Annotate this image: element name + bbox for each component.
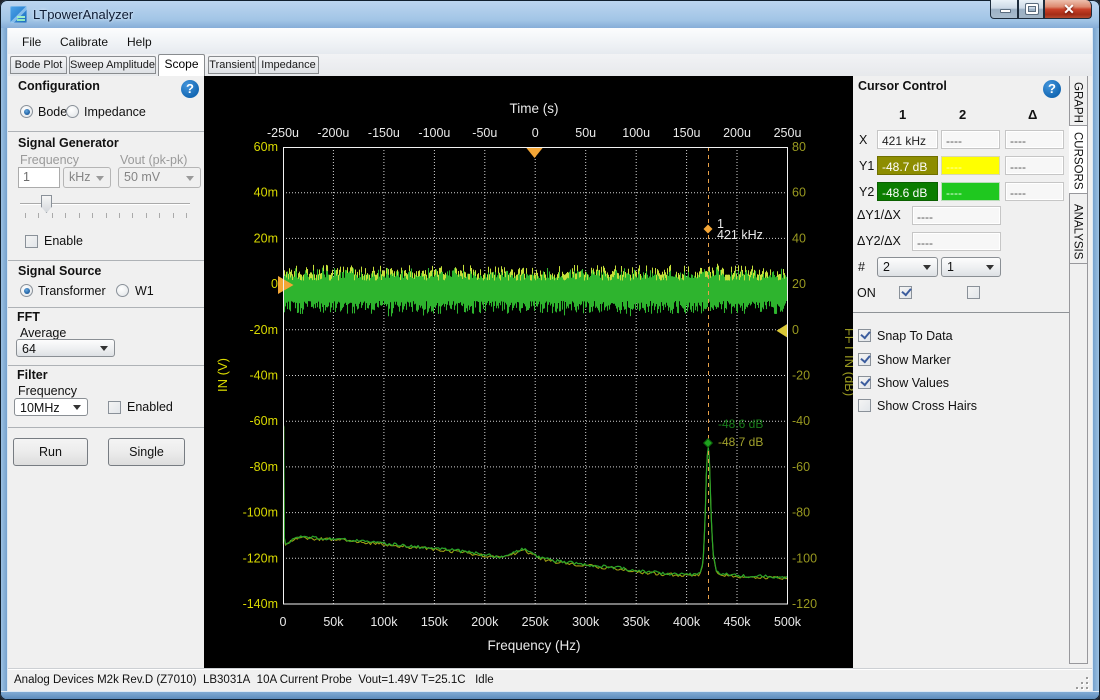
svg-text:-140m: -140m — [243, 597, 278, 611]
svg-text:-20m: -20m — [250, 323, 278, 337]
svg-text:-50u: -50u — [472, 126, 497, 140]
svg-text:-120: -120 — [792, 597, 817, 611]
svg-text:-150u: -150u — [368, 126, 400, 140]
svg-text:-250u: -250u — [267, 126, 299, 140]
svg-text:Time (s): Time (s) — [510, 101, 559, 116]
svg-text:0: 0 — [271, 277, 278, 291]
svg-text:20: 20 — [792, 277, 806, 291]
svg-text:421 kHz: 421 kHz — [717, 228, 763, 242]
svg-text:-40: -40 — [792, 414, 810, 428]
svg-text:Frequency (Hz): Frequency (Hz) — [487, 638, 580, 653]
svg-text:-60m: -60m — [250, 414, 278, 428]
svg-text:-48.7 dB: -48.7 dB — [718, 435, 763, 449]
svg-text:350k: 350k — [623, 615, 651, 629]
svg-text:-60: -60 — [792, 460, 810, 474]
svg-text:80: 80 — [792, 140, 806, 154]
svg-text:FFT IN (dB): FFT IN (dB) — [842, 328, 853, 396]
svg-text:60m: 60m — [254, 140, 278, 154]
svg-text:60: 60 — [792, 186, 806, 200]
svg-text:-40m: -40m — [250, 369, 278, 383]
svg-text:-100m: -100m — [243, 506, 278, 520]
svg-text:-48.6 dB: -48.6 dB — [718, 417, 763, 431]
svg-text:-20: -20 — [792, 369, 810, 383]
svg-text:200k: 200k — [471, 615, 499, 629]
svg-text:500k: 500k — [774, 615, 802, 629]
svg-text:450k: 450k — [723, 615, 751, 629]
svg-text:-200u: -200u — [317, 126, 349, 140]
svg-text:20m: 20m — [254, 231, 278, 245]
svg-text:40m: 40m — [254, 186, 278, 200]
svg-text:50k: 50k — [323, 615, 344, 629]
svg-text:-100: -100 — [792, 551, 817, 565]
svg-text:50u: 50u — [575, 126, 596, 140]
svg-text:40: 40 — [792, 231, 806, 245]
svg-text:250u: 250u — [774, 126, 802, 140]
svg-text:-100u: -100u — [418, 126, 450, 140]
svg-text:-80m: -80m — [250, 460, 278, 474]
svg-text:250k: 250k — [522, 615, 550, 629]
svg-text:0: 0 — [792, 323, 799, 337]
svg-text:400k: 400k — [673, 615, 701, 629]
svg-text:150u: 150u — [673, 126, 701, 140]
svg-text:150k: 150k — [421, 615, 449, 629]
svg-text:-120m: -120m — [243, 551, 278, 565]
svg-text:100k: 100k — [370, 615, 398, 629]
svg-text:300k: 300k — [572, 615, 600, 629]
svg-text:-80: -80 — [792, 506, 810, 520]
svg-text:100u: 100u — [622, 126, 650, 140]
svg-text:200u: 200u — [723, 126, 751, 140]
svg-text:IN (V): IN (V) — [215, 358, 230, 392]
svg-text:0: 0 — [532, 126, 539, 140]
svg-text:0: 0 — [280, 615, 287, 629]
